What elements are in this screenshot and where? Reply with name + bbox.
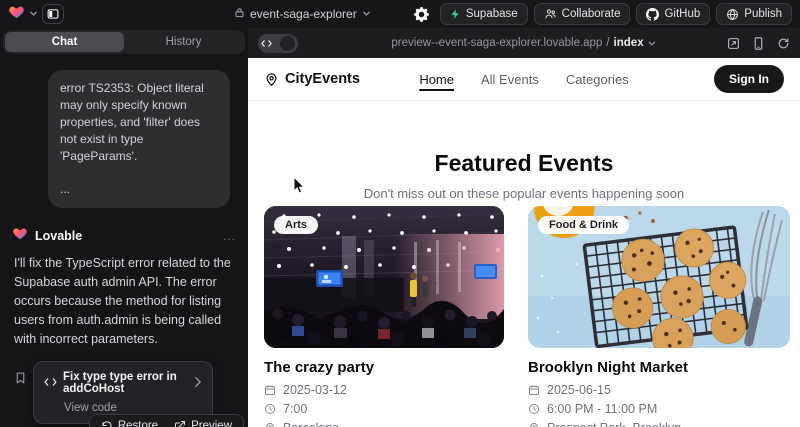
category-badge: Food & Drink (538, 216, 629, 234)
site-header: CityEvents Home All Events Categories Si… (248, 58, 800, 101)
code-icon (261, 39, 272, 48)
mobile-view-icon[interactable] (753, 37, 764, 50)
code-preview-toggle[interactable] (258, 34, 298, 53)
category-badge: Arts (274, 216, 318, 234)
preview-pane: preview--event-saga-explorer.lovable.app… (248, 28, 800, 427)
chat-history-tabs: Chat History (3, 30, 245, 54)
event-date-row: 2025-03-12 (264, 383, 504, 397)
chevron-right-icon (194, 377, 202, 390)
lovable-logo-icon[interactable] (8, 4, 25, 25)
assistant-name: Lovable (35, 229, 82, 243)
lovable-heart-icon (12, 226, 28, 246)
calendar-icon (264, 384, 276, 396)
open-in-new-tab-icon[interactable] (727, 37, 740, 50)
restore-button[interactable]: Restore (94, 418, 165, 427)
clock-icon (264, 403, 276, 415)
github-icon (646, 8, 659, 21)
event-card-crazy-party[interactable]: Arts The crazy party 2025-03-12 7:00 Bar… (264, 206, 504, 427)
external-link-icon (174, 420, 186, 427)
app-topbar: event-saga-explorer Supabase Collaborate… (0, 0, 800, 28)
project-name-menu[interactable]: event-saga-explorer (234, 0, 371, 28)
settings-button[interactable] (410, 3, 434, 25)
supabase-button[interactable]: Supabase (440, 3, 528, 25)
url-host: preview--event-saga-explorer.lovable.app (391, 37, 602, 49)
assistant-header: Lovable ... (12, 226, 236, 246)
publish-button[interactable]: Publish (716, 3, 792, 25)
github-button[interactable]: GitHub (636, 3, 710, 25)
tab-chat[interactable]: Chat (5, 32, 124, 52)
map-pin-icon (264, 72, 279, 87)
nav-home[interactable]: Home (419, 72, 454, 87)
site-viewport: CityEvents Home All Events Categories Si… (248, 58, 800, 427)
chevron-down-icon (362, 7, 371, 21)
toggle-sidebar-button[interactable] (42, 4, 64, 24)
event-time-row: 6:00 PM - 11:00 PM (528, 402, 790, 416)
preview-toolbar: preview--event-saga-explorer.lovable.app… (248, 28, 800, 58)
user-message-bubble: error TS2353: Object literal may only sp… (48, 70, 230, 208)
hero-subtitle: Don't miss out on these popular events h… (248, 186, 800, 201)
nav-all-events[interactable]: All Events (481, 72, 539, 87)
event-time-row: 7:00 (264, 402, 504, 416)
project-name: event-saga-explorer (250, 7, 357, 21)
code-change-block: Fix type type error in addCoHost View co… (12, 361, 248, 424)
sign-in-button[interactable]: Sign In (714, 65, 784, 93)
event-date-row: 2025-06-15 (528, 383, 790, 397)
calendar-icon (528, 384, 540, 396)
preview-url[interactable]: preview--event-saga-explorer.lovable.app… (391, 37, 656, 49)
event-title[interactable]: The crazy party (264, 359, 504, 376)
url-page: index (614, 37, 644, 49)
hero-title: Featured Events (248, 150, 800, 177)
refresh-icon[interactable] (777, 37, 790, 50)
restore-preview-actions: Restore Preview (89, 414, 244, 427)
event-card-brooklyn-market[interactable]: Food & Drink Brooklyn Night Market 2025-… (528, 206, 790, 427)
user-message-text: error TS2353: Object literal may only sp… (60, 80, 218, 165)
people-icon (544, 8, 557, 20)
map-pin-icon (528, 422, 540, 427)
nav-categories[interactable]: Categories (566, 72, 629, 87)
event-image-conference[interactable]: Arts (264, 206, 504, 348)
user-message-ellipsis: ... (60, 181, 218, 198)
chevron-down-icon[interactable] (29, 5, 38, 23)
collaborate-button[interactable]: Collaborate (534, 3, 631, 25)
message-menu-button[interactable]: ... (223, 229, 236, 243)
bookmark-icon[interactable] (14, 371, 27, 390)
site-brand[interactable]: CityEvents (264, 71, 360, 87)
code-change-title: Fix type type error in addCoHost (63, 371, 188, 395)
event-image-cookies[interactable]: Food & Drink (528, 206, 790, 348)
supabase-bolt-icon (450, 8, 461, 20)
preview-version-button[interactable]: Preview (167, 418, 239, 427)
chat-sidebar: Chat History error TS2353: Object litera… (0, 28, 248, 427)
assistant-intro: I'll fix the TypeScript error related to… (14, 254, 234, 349)
clock-icon (528, 403, 540, 415)
site-nav: Home All Events Categories (419, 72, 628, 87)
gear-icon (414, 7, 429, 22)
event-location-row: Barcelona (264, 421, 504, 427)
tab-history[interactable]: History (124, 32, 243, 52)
globe-icon (726, 8, 739, 21)
restore-icon (101, 420, 113, 427)
view-code-link[interactable]: View code (44, 402, 202, 414)
chevron-down-icon (648, 39, 657, 48)
map-pin-icon (264, 422, 276, 427)
lock-icon (234, 7, 245, 21)
event-location-row: Prospect Park, Brooklyn (528, 421, 790, 427)
event-title[interactable]: Brooklyn Night Market (528, 359, 790, 376)
code-icon (44, 377, 57, 390)
